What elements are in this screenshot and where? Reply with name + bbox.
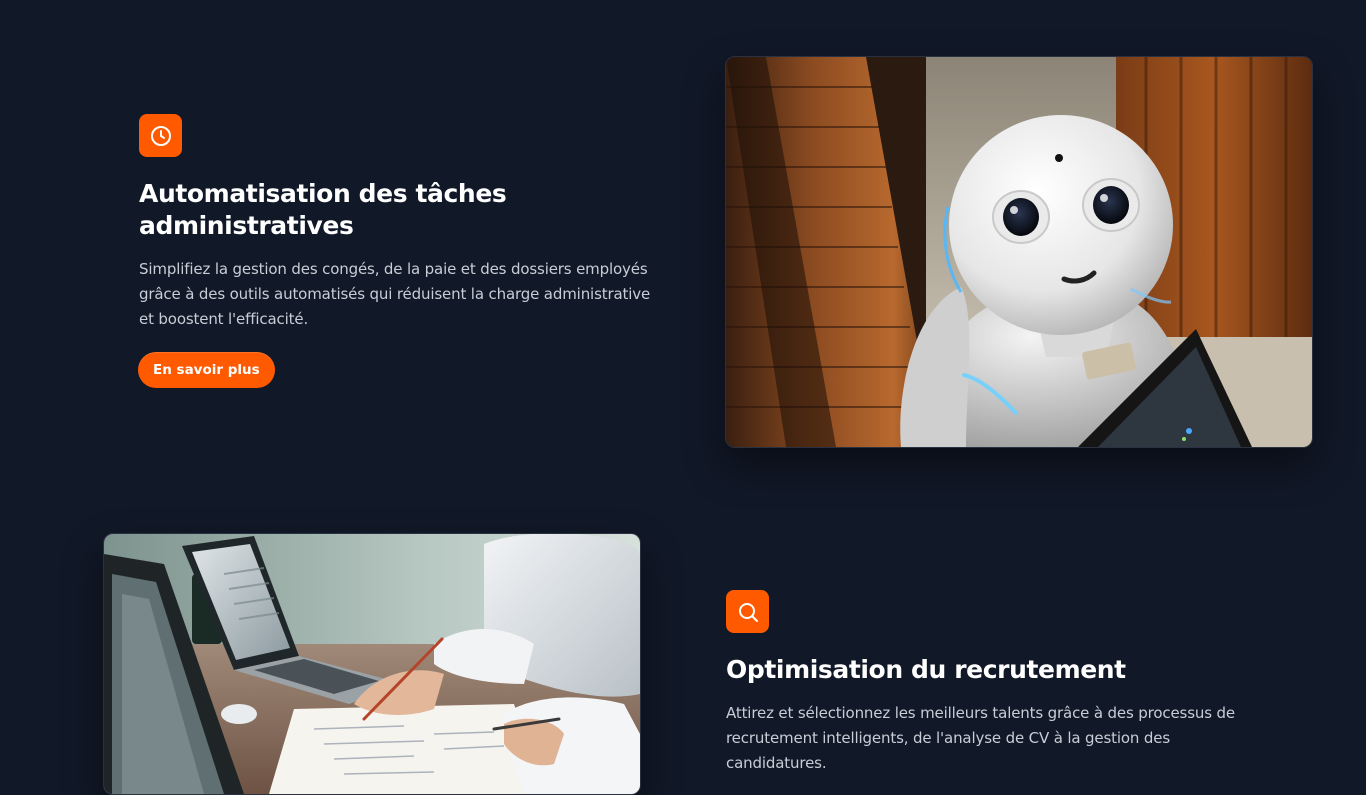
description-line: candidatures. [726, 754, 827, 772]
search-icon-badge [726, 590, 769, 633]
robot-photo [725, 56, 1313, 448]
description-line: Attirez et sélectionnez les meilleurs ta… [726, 704, 1235, 722]
clock-icon-badge [139, 114, 182, 157]
description-line: et boostent l'efficacité. [139, 310, 309, 328]
feature-description-automation: Simplifiez la gestion des congés, de la … [139, 257, 679, 332]
feature-title-line: administratives [139, 211, 354, 240]
feature-title-line: Optimisation du recrutement [726, 655, 1126, 684]
learn-more-button[interactable]: En savoir plus [138, 352, 275, 388]
feature-title-recruitment: Optimisation du recrutement [726, 654, 1286, 686]
description-line: recrutement intelligents, de l'analyse d… [726, 729, 1171, 747]
description-line: Simplifiez la gestion des congés, de la … [139, 260, 648, 278]
clock-icon [150, 125, 171, 146]
feature-title-automation: Automatisation des tâches administrative… [139, 178, 659, 242]
feature-recruitment: Optimisation du recrutement Attirez et s… [0, 470, 1366, 795]
feature-automation: Automatisation des tâches administrative… [0, 0, 1366, 470]
feature-description-recruitment: Attirez et sélectionnez les meilleurs ta… [726, 701, 1286, 776]
search-icon [738, 602, 758, 622]
feature-title-line: Automatisation des tâches [139, 179, 507, 208]
description-line: grâce à des outils automatisés qui rédui… [139, 285, 651, 303]
laptop-meeting-photo [103, 533, 641, 795]
